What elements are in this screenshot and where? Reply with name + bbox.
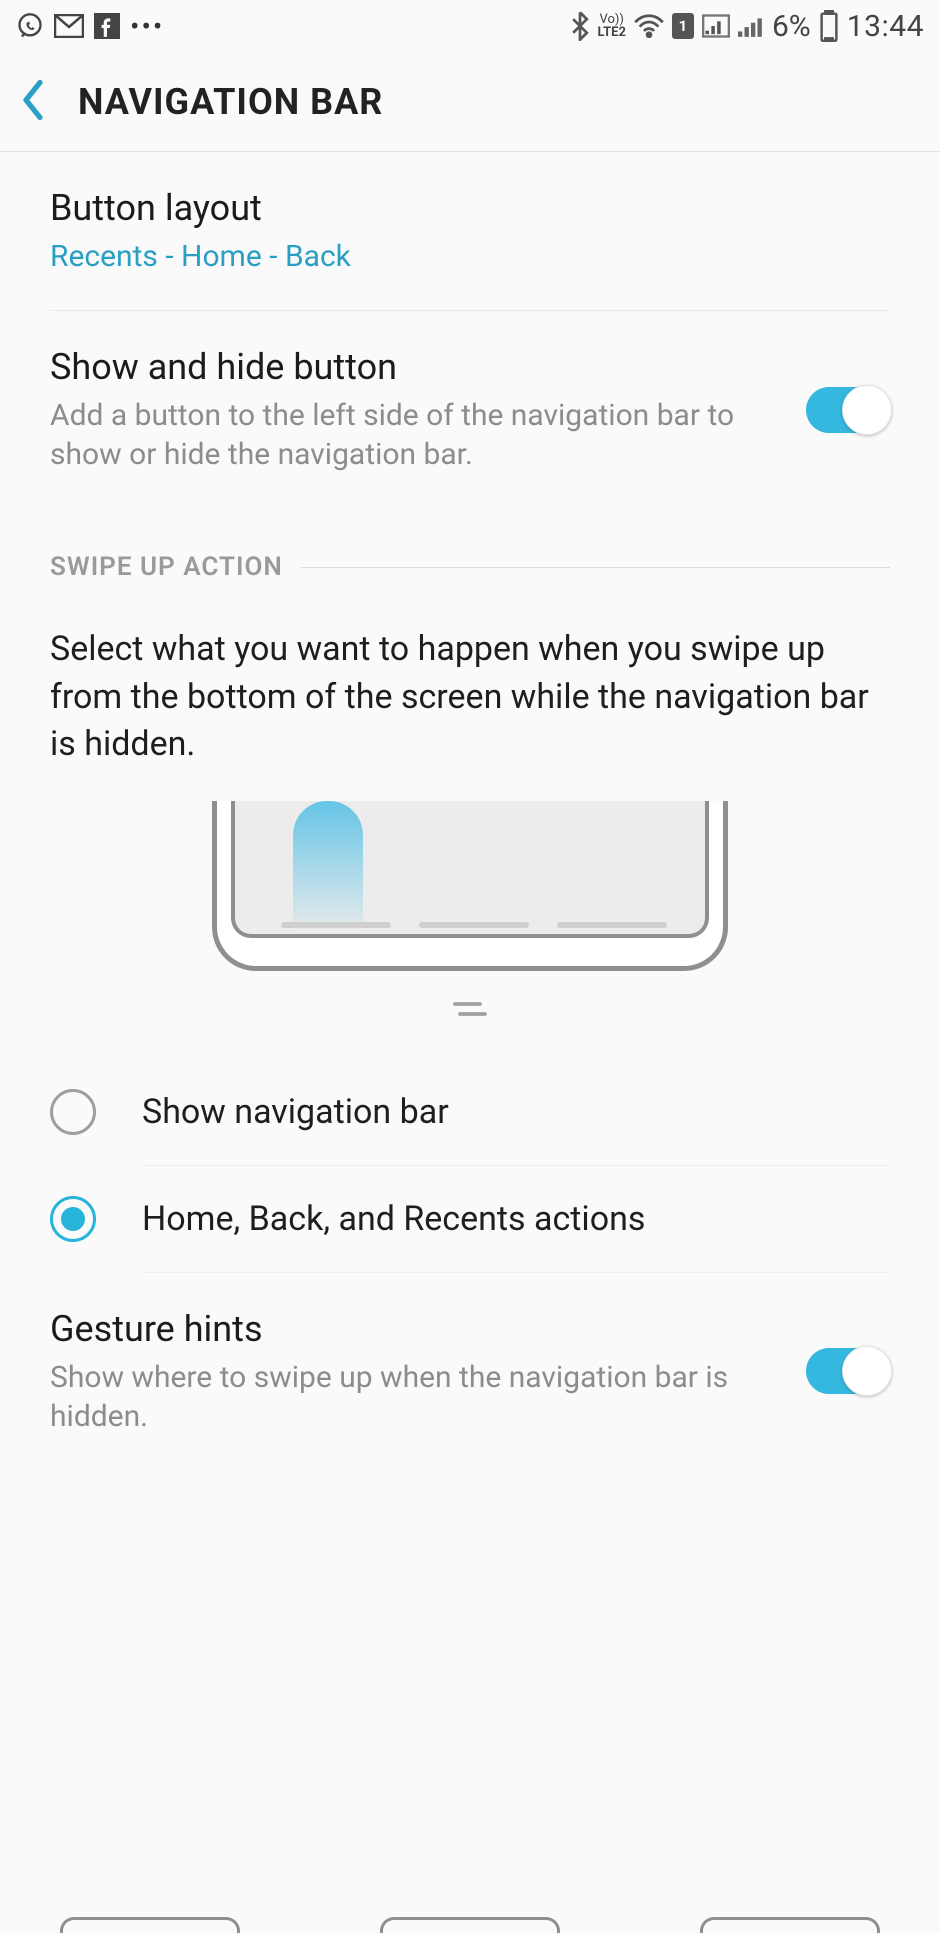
radio-show-navbar[interactable]: Show navigation bar bbox=[50, 1059, 890, 1165]
whatsapp-icon bbox=[16, 12, 44, 40]
show-hide-desc: Add a button to the left side of the nav… bbox=[50, 396, 782, 474]
clock: 13:44 bbox=[847, 9, 924, 44]
bluetooth-icon bbox=[570, 11, 590, 41]
gesture-hints-desc: Show where to swipe up when the navigati… bbox=[50, 1358, 782, 1436]
show-hide-toggle[interactable] bbox=[806, 387, 890, 433]
volte-icon: Vo)) LTE2 bbox=[598, 13, 626, 39]
radio-icon bbox=[50, 1089, 96, 1135]
back-button[interactable] bbox=[20, 79, 46, 125]
button-layout-item[interactable]: Button layout Recents - Home - Back bbox=[50, 152, 890, 311]
radio-home-back-recents[interactable]: Home, Back, and Recents actions bbox=[50, 1166, 890, 1272]
gesture-hints-toggle[interactable] bbox=[806, 1348, 890, 1394]
gesture-hints-item[interactable]: Gesture hints Show where to swipe up whe… bbox=[50, 1273, 890, 1470]
swipe-section-header: SWIPE UP ACTION bbox=[50, 508, 890, 602]
swipe-section-desc: Select what you want to happen when you … bbox=[50, 602, 890, 801]
button-layout-value: Recents - Home - Back bbox=[50, 237, 890, 276]
bottom-crop-hint bbox=[0, 1917, 940, 1933]
radio-label: Home, Back, and Recents actions bbox=[142, 1199, 645, 1239]
radio-label: Show navigation bar bbox=[142, 1092, 449, 1132]
signal-icon-1 bbox=[702, 13, 730, 39]
battery-percent: 6% bbox=[772, 9, 811, 44]
app-bar: NAVIGATION BAR bbox=[0, 52, 940, 152]
swipe-section-label: SWIPE UP ACTION bbox=[50, 552, 283, 582]
more-notifications-icon: ••• bbox=[130, 10, 164, 43]
facebook-icon bbox=[94, 13, 120, 39]
page-title: NAVIGATION BAR bbox=[78, 81, 383, 123]
signal-icon-2 bbox=[738, 13, 764, 39]
mail-icon bbox=[54, 14, 84, 38]
radio-icon bbox=[50, 1196, 96, 1242]
swipe-gesture-icon bbox=[293, 801, 363, 929]
show-hide-title: Show and hide button bbox=[50, 345, 782, 390]
show-hide-item[interactable]: Show and hide button Add a button to the… bbox=[50, 311, 890, 508]
status-bar: ••• Vo)) LTE2 1 6% 13:44 bbox=[0, 0, 940, 52]
wifi-icon bbox=[634, 14, 664, 38]
sim-indicator: 1 bbox=[672, 13, 694, 39]
battery-icon bbox=[819, 10, 839, 42]
button-layout-title: Button layout bbox=[50, 186, 890, 231]
swipe-illustration bbox=[50, 801, 890, 1059]
gesture-hints-title: Gesture hints bbox=[50, 1307, 782, 1352]
recents-icon bbox=[450, 993, 490, 1029]
